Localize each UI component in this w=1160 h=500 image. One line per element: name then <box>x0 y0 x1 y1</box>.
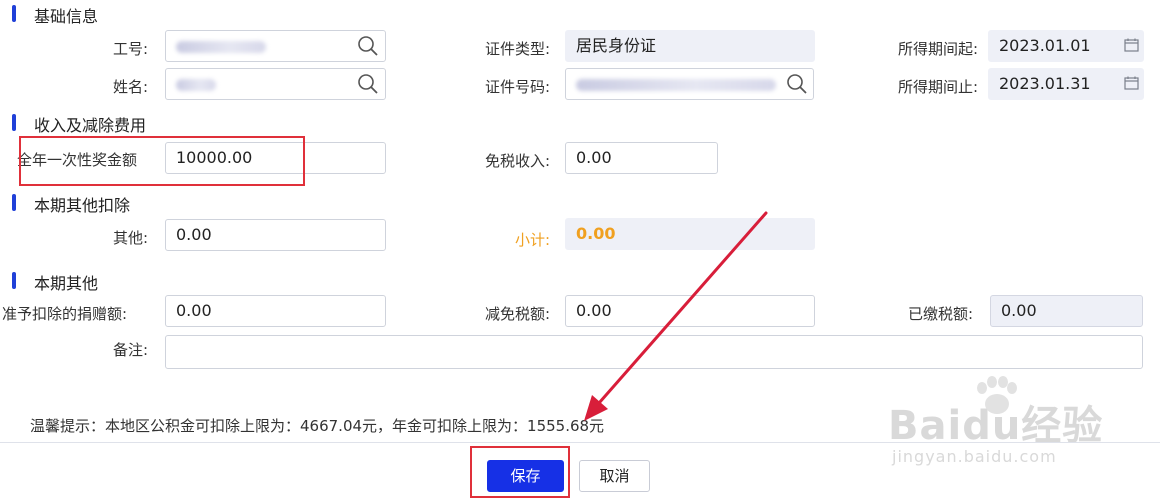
name-label: 姓名: <box>112 78 148 96</box>
name-input[interactable] <box>165 68 386 100</box>
redacted-value <box>576 78 776 91</box>
remark-label: 备注: <box>112 341 148 359</box>
redacted-value <box>176 78 216 91</box>
exempt-income-label: 免税收入: <box>484 152 550 170</box>
section-title-other: 本期其他 <box>34 274 99 293</box>
id-no-input[interactable] <box>565 68 814 100</box>
donation-input[interactable]: 0.00 <box>165 295 386 327</box>
other-deduction-input[interactable]: 0.00 <box>165 219 386 251</box>
tax-paid-label: 已缴税额: <box>907 305 973 323</box>
cancel-button[interactable]: 取消 <box>579 460 650 492</box>
tax-paid-field: 0.00 <box>990 295 1143 327</box>
section-marker <box>12 114 16 131</box>
exempt-income-input[interactable]: 0.00 <box>565 142 718 174</box>
search-icon[interactable] <box>785 73 809 95</box>
id-no-label: 证件号码: <box>484 78 550 96</box>
period-end-label: 所得期间止: <box>897 78 978 96</box>
hint-text: 温馨提示：本地区公积金可扣除上限为：4667.04元，年金可扣除上限为：1555… <box>30 417 605 435</box>
save-button[interactable]: 保存 <box>487 460 564 492</box>
period-start-field[interactable]: 2023.01.01 <box>988 30 1144 62</box>
highlight-box <box>19 136 305 186</box>
id-type-field: 居民身份证 <box>565 30 815 62</box>
job-no-input[interactable] <box>165 30 386 62</box>
redacted-value <box>176 40 266 53</box>
search-icon[interactable] <box>356 73 380 95</box>
section-title-income: 收入及减除费用 <box>34 116 147 135</box>
section-title-deduction: 本期其他扣除 <box>34 196 131 215</box>
annotation-arrow <box>584 211 768 421</box>
section-title-basic: 基础信息 <box>34 7 99 26</box>
job-no-label: 工号: <box>112 40 148 58</box>
donation-label: 准予扣除的捐赠额: <box>2 305 128 323</box>
section-marker <box>12 194 16 211</box>
period-end-field[interactable]: 2023.01.31 <box>988 68 1144 100</box>
tax-relief-label: 减免税额: <box>484 305 550 323</box>
other-deduction-label: 其他: <box>112 229 148 247</box>
subtotal-label: 小计: <box>514 231 550 249</box>
id-type-label: 证件类型: <box>484 40 550 58</box>
section-marker <box>12 5 16 22</box>
calendar-icon[interactable] <box>1124 76 1140 90</box>
search-icon[interactable] <box>356 35 380 57</box>
watermark-url: jingyan.baidu.com <box>892 447 1057 466</box>
paw-icon <box>977 376 1017 414</box>
footer-divider <box>0 442 1160 443</box>
period-start-label: 所得期间起: <box>897 40 978 58</box>
section-marker <box>12 272 16 289</box>
calendar-icon[interactable] <box>1124 38 1140 52</box>
